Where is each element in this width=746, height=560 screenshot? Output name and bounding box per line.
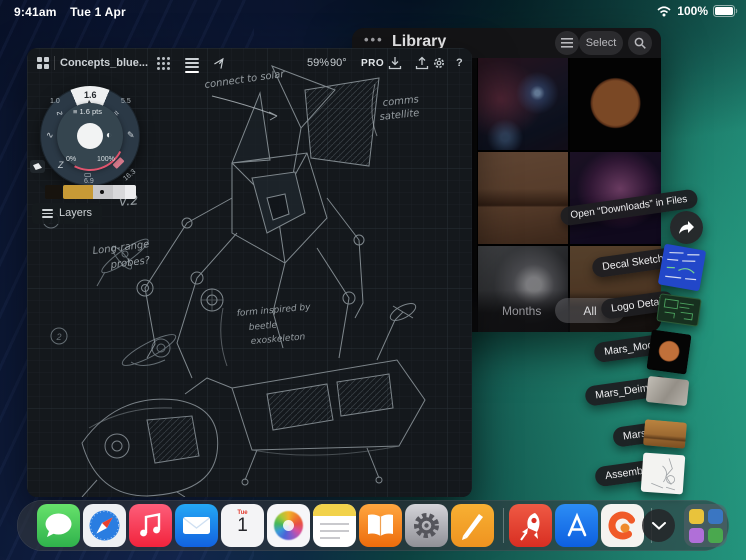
dock-rocket-icon[interactable]: [509, 504, 552, 547]
swatch-gold[interactable]: [63, 185, 93, 199]
dock-sketch-pen-icon[interactable]: [451, 504, 494, 547]
size-label-2: 5.5: [121, 98, 131, 105]
precision-grid-icon[interactable]: [157, 57, 170, 70]
settings-gear-icon[interactable]: [432, 56, 446, 70]
chevron-down-icon: [651, 521, 666, 530]
color-strip[interactable]: [45, 185, 136, 199]
dock-music-icon[interactable]: [129, 504, 172, 547]
tool-wheel[interactable]: 1.6 1.0 5.5 16.3 6.9 ∿ ≈ ✎ ▭ Z ∿ ≡ 1.6 p…: [40, 86, 140, 186]
view-options-button[interactable]: [555, 31, 579, 55]
status-date: Tue 1 Apr: [70, 5, 126, 19]
wifi-icon: [657, 6, 671, 17]
document-title[interactable]: Concepts_blue...: [60, 48, 148, 78]
layers-burger-icon: [42, 207, 53, 220]
rotation-value[interactable]: 90°: [330, 48, 347, 78]
dock-safari-icon[interactable]: [83, 504, 126, 547]
select-button[interactable]: Select: [579, 31, 623, 55]
zoom-level[interactable]: 59%: [307, 48, 329, 78]
eraser-tool-icon[interactable]: Z: [58, 160, 64, 170]
segment-months[interactable]: Months: [502, 304, 541, 318]
concepts-app-window: 1 2 connect to solar comms satellite V.2…: [27, 48, 472, 497]
dock-concepts-icon[interactable]: [601, 504, 644, 547]
opacity-min: 0%: [66, 156, 77, 163]
dock-photos-icon[interactable]: [267, 504, 310, 547]
drag-thumb-logo-detail[interactable]: [656, 293, 702, 327]
battery-percent: 100%: [677, 4, 708, 18]
dock-chevron-down-button[interactable]: [642, 509, 675, 542]
pro-badge[interactable]: PRO: [361, 48, 384, 78]
hamburger-icon: [561, 38, 573, 48]
dock-mail-icon[interactable]: [175, 504, 218, 547]
help-button[interactable]: ?: [456, 48, 463, 78]
search-button[interactable]: [628, 31, 652, 55]
concepts-toolbar: Concepts_blue... 59% 90° PRO ?: [27, 48, 472, 78]
calendar-day: 1: [237, 515, 248, 536]
swatch-light-gray[interactable]: [113, 185, 125, 199]
drag-thumb-mars-model[interactable]: [646, 329, 692, 375]
dock-settings-icon[interactable]: [405, 504, 448, 547]
opacity-half-icon: ◐: [106, 130, 113, 141]
drag-thumb-assembly[interactable]: [640, 452, 686, 495]
layers-button[interactable]: Layers: [32, 203, 103, 224]
dock-notes-icon[interactable]: [313, 504, 356, 547]
dock-calendar-icon[interactable]: Tue 1: [221, 504, 264, 547]
drag-thumb-mars-deimos[interactable]: [645, 375, 690, 407]
size-label-1: 1.0: [50, 98, 60, 105]
share-forward-button[interactable]: [670, 211, 703, 244]
dock-app-library-icon[interactable]: [684, 504, 727, 547]
roller-tool-icon[interactable]: ▭: [84, 170, 92, 179]
more-menu-button[interactable]: •••: [364, 32, 384, 47]
dock-messages-icon[interactable]: [37, 504, 80, 547]
forward-arrow-icon: [679, 221, 694, 234]
dock-books-icon[interactable]: [359, 504, 402, 547]
import-icon[interactable]: [388, 56, 402, 70]
search-icon: [634, 37, 646, 49]
size-readout: ≡ 1.6 pts: [73, 107, 102, 116]
opacity-max: 100%: [97, 156, 115, 163]
ipad-screen: { "status_bar": { "time": "9:41am", "dat…: [0, 0, 746, 560]
size-label-4: 6.9: [84, 178, 94, 185]
swatch-gray-selected[interactable]: [93, 185, 113, 199]
dock: Tue 1: [17, 500, 729, 551]
drag-thumb-mars[interactable]: [642, 419, 688, 449]
status-time: 9:41am: [14, 5, 57, 19]
svg-text:2: 2: [56, 332, 62, 342]
selection-nib-icon[interactable]: [213, 56, 227, 70]
swatch-black[interactable]: [45, 185, 62, 199]
battery-icon: [713, 5, 738, 17]
dock-app-store-icon[interactable]: [555, 504, 598, 547]
selected-swatch-dot: [100, 190, 104, 194]
layers-tool-icon[interactable]: [185, 58, 199, 73]
wheel-center-swatch[interactable]: [77, 123, 103, 149]
dock-divider: [503, 508, 504, 543]
pen-tool-icon[interactable]: ✎: [127, 130, 135, 141]
drag-thumb-decal-sketches[interactable]: [657, 243, 707, 292]
export-icon[interactable]: [415, 56, 429, 70]
swatch-mini-button[interactable]: [30, 160, 45, 173]
wire-tool-icon[interactable]: ∿: [46, 130, 54, 141]
gallery-icon[interactable]: [37, 57, 49, 69]
swatch-white[interactable]: [125, 185, 136, 199]
status-bar: 9:41am Tue 1 Apr 100%: [0, 0, 746, 24]
layers-label: Layers: [59, 207, 93, 220]
